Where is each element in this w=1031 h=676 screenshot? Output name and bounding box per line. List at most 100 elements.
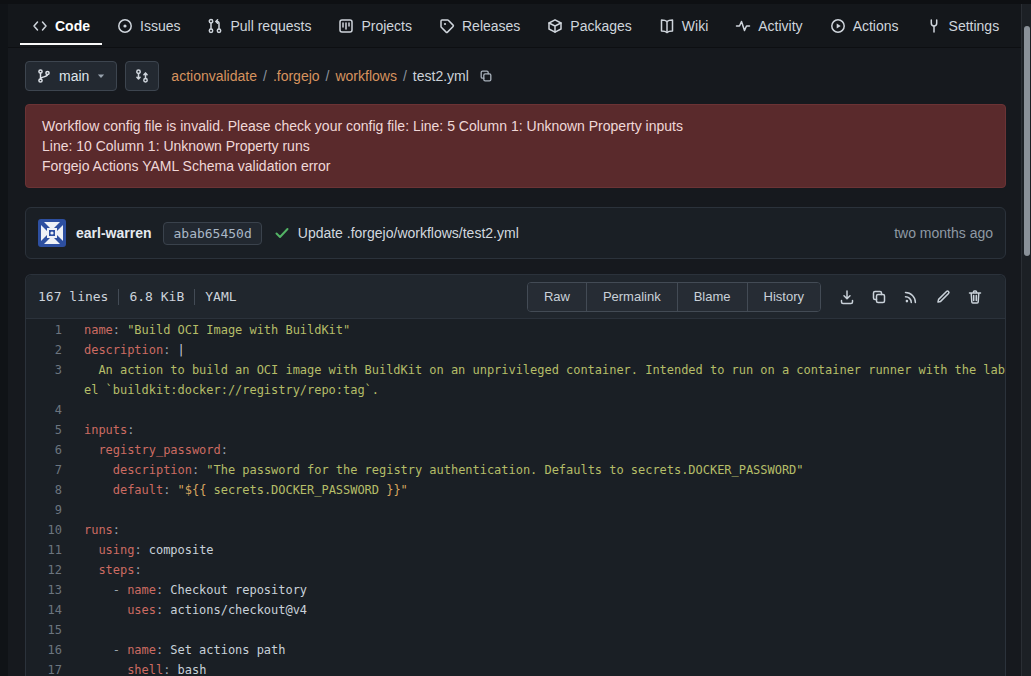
tab-activity[interactable]: Activity (723, 4, 814, 47)
code-icon (32, 18, 48, 34)
line-content (62, 400, 1005, 420)
line-content: - name: Checkout repository (62, 580, 1005, 600)
raw-button[interactable]: Raw (528, 283, 586, 311)
line-content: using: composite (62, 540, 1005, 560)
line-number[interactable]: 14 (26, 600, 62, 620)
page-content: main actionvalidate/.forgejo/workflows/t… (0, 48, 1021, 676)
code-line: 11 using: composite (26, 540, 1005, 560)
line-number[interactable]: 6 (26, 440, 62, 460)
tab-projects[interactable]: Projects (326, 4, 424, 47)
commit-time: two months ago (894, 225, 993, 241)
tab-label: Settings (949, 18, 1000, 34)
commit-message[interactable]: Update .forgejo/workflows/test2.yml (298, 225, 519, 241)
line-number[interactable]: 10 (26, 520, 62, 540)
line-number[interactable]: 11 (26, 540, 62, 560)
tab-label: Code (55, 18, 90, 34)
tag-icon (439, 18, 455, 34)
code-line: 3 An action to build an OCI image with B… (26, 360, 1005, 400)
line-content: steps: (62, 560, 1005, 580)
line-number[interactable]: 16 (26, 640, 62, 660)
line-number[interactable]: 15 (26, 620, 62, 640)
code-line: 1name: "Build OCI Image with BuildKit" (26, 320, 1005, 340)
line-number[interactable]: 7 (26, 460, 62, 480)
tab-label: Activity (758, 18, 802, 34)
tab-label: Issues (140, 18, 180, 34)
code-line: 14 uses: actions/checkout@v4 (26, 600, 1005, 620)
commit-author[interactable]: earl-warren (76, 225, 151, 241)
tab-issues[interactable]: Issues (105, 4, 192, 47)
line-number[interactable]: 8 (26, 480, 62, 500)
wrench-icon (926, 18, 942, 34)
tab-pull-requests[interactable]: Pull requests (195, 4, 323, 47)
line-content: runs: (62, 520, 1005, 540)
tab-code[interactable]: Code (20, 4, 102, 47)
line-content: name: "Build OCI Image with BuildKit" (62, 320, 1005, 340)
divider (118, 289, 119, 305)
file-actions (831, 289, 991, 305)
issue-icon (117, 18, 133, 34)
code-view: 1name: "Build OCI Image with BuildKit"2d… (26, 319, 1005, 676)
chevron-down-icon (96, 71, 106, 81)
line-number[interactable]: 17 (26, 660, 62, 676)
code-line: 10runs: (26, 520, 1005, 540)
code-line: 9 (26, 500, 1005, 520)
file-header: 167 lines 6.8 KiB YAML RawPermalinkBlame… (26, 275, 1005, 319)
tab-label: Projects (361, 18, 412, 34)
project-icon (338, 18, 354, 34)
tab-label: Actions (853, 18, 899, 34)
line-content: inputs: (62, 420, 1005, 440)
breadcrumb-separator: / (326, 68, 330, 84)
breadcrumb-link[interactable]: actionvalidate (171, 68, 257, 84)
tab-actions[interactable]: Actions (818, 4, 911, 47)
line-number[interactable]: 1 (26, 320, 62, 340)
line-number[interactable]: 4 (26, 400, 62, 420)
page-scrollbar[interactable] (1021, 0, 1031, 676)
code-line: 16 - name: Set actions path (26, 640, 1005, 660)
line-content: default: "${{ secrets.DOCKER_PASSWORD }}… (62, 480, 1005, 500)
commit-hash-button[interactable]: abab65450d (163, 222, 261, 245)
window-left-edge (0, 0, 8, 676)
scrollbar-thumb[interactable] (1024, 26, 1030, 256)
commit-status-check-icon[interactable] (274, 225, 290, 241)
file-view: 167 lines 6.8 KiB YAML RawPermalinkBlame… (25, 274, 1006, 676)
trash-icon[interactable] (959, 289, 991, 305)
code-line: 2description: | (26, 340, 1005, 360)
breadcrumb-link[interactable]: .forgejo (273, 68, 320, 84)
branch-selector[interactable]: main (25, 61, 117, 91)
window-top-edge (0, 0, 1031, 4)
error-line: Forgejo Actions YAML Schema validation e… (42, 156, 989, 176)
line-content (62, 500, 1005, 520)
file-language: YAML (205, 289, 236, 304)
rss-icon[interactable] (895, 289, 927, 305)
code-line: 8 default: "${{ secrets.DOCKER_PASSWORD … (26, 480, 1005, 500)
line-number[interactable]: 12 (26, 560, 62, 580)
tab-settings[interactable]: Settings (914, 4, 1012, 47)
pull-request-icon (207, 18, 223, 34)
copy-path-icon[interactable] (479, 69, 493, 83)
blame-button[interactable]: Blame (677, 283, 747, 311)
tab-wiki[interactable]: Wiki (647, 4, 720, 47)
line-number[interactable]: 3 (26, 360, 62, 400)
pencil-icon[interactable] (927, 289, 959, 305)
view-mode-buttons: RawPermalinkBlameHistory (527, 282, 821, 312)
tab-packages[interactable]: Packages (535, 4, 643, 47)
line-number[interactable]: 5 (26, 420, 62, 440)
line-content: registry_password: (62, 440, 1005, 460)
compare-button[interactable] (125, 61, 159, 91)
tab-releases[interactable]: Releases (427, 4, 532, 47)
copy-icon[interactable] (863, 289, 895, 305)
code-line: 13 - name: Checkout repository (26, 580, 1005, 600)
breadcrumb-link[interactable]: workflows (335, 68, 396, 84)
line-number[interactable]: 2 (26, 340, 62, 360)
line-number[interactable]: 9 (26, 500, 62, 520)
permalink-button[interactable]: Permalink (586, 283, 677, 311)
error-line: Line: 10 Column 1: Unknown Property runs (42, 136, 989, 156)
repo-nav-tabs: Code Issues Pull requests Projects ReleasesP… (0, 0, 1021, 48)
history-button[interactable]: History (747, 283, 820, 311)
download-icon[interactable] (831, 289, 863, 305)
avatar[interactable] (38, 219, 66, 247)
line-content: An action to build an OCI image with Bui… (62, 360, 1005, 400)
line-content: uses: actions/checkout@v4 (62, 600, 1005, 620)
file-lines-count: 167 lines (38, 289, 108, 304)
line-number[interactable]: 13 (26, 580, 62, 600)
